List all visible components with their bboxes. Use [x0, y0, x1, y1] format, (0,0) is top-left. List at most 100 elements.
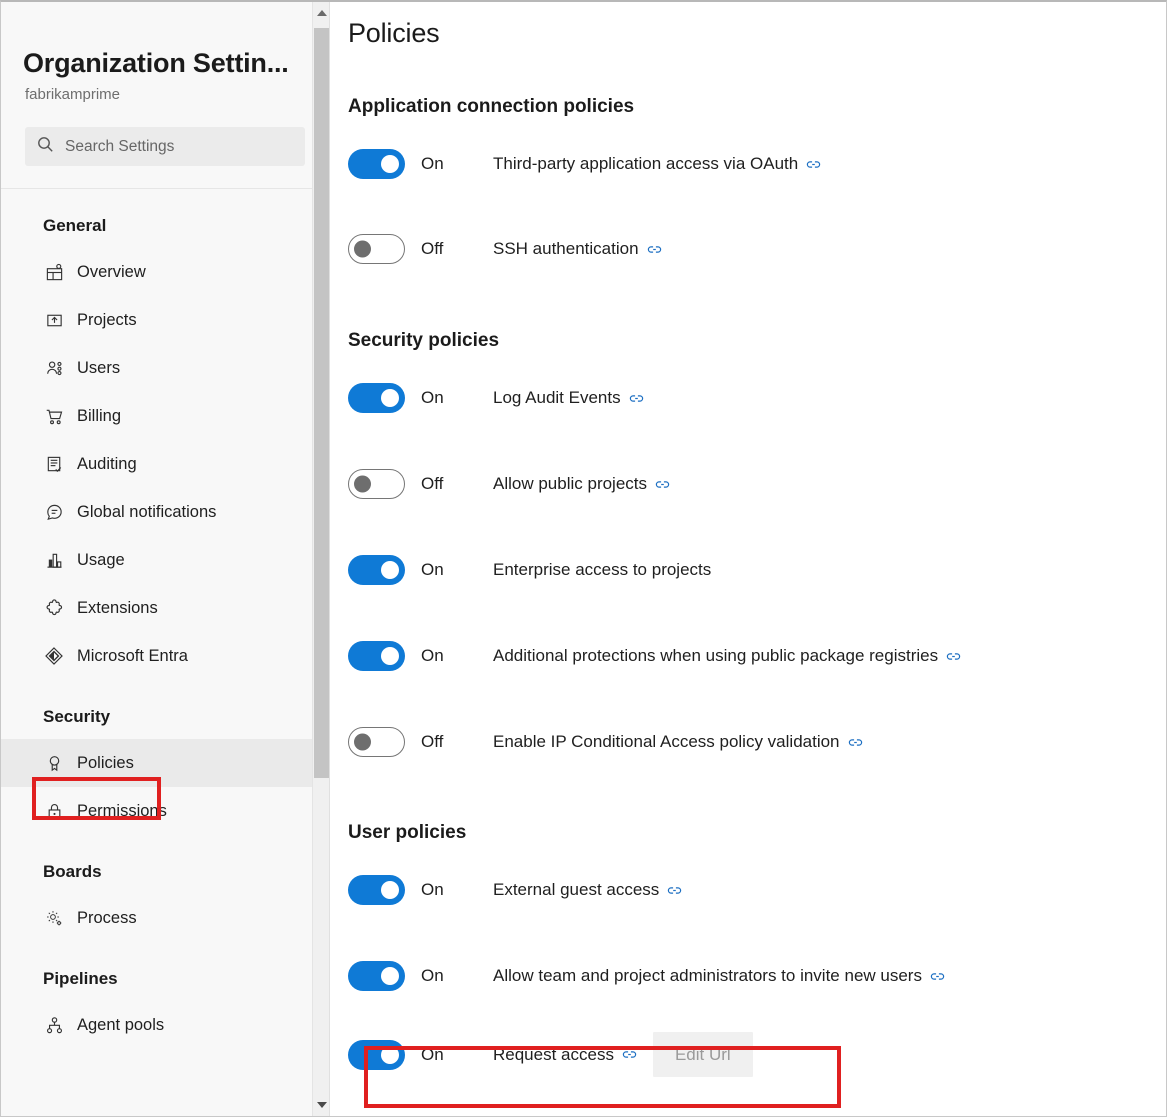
sidebar-item-process[interactable]: Process [1, 894, 329, 942]
sidebar-item-users[interactable]: Users [1, 344, 329, 392]
sidebar-item-billing[interactable]: Billing [1, 392, 329, 440]
policy-toggle-state: On [421, 646, 444, 665]
search-icon [37, 136, 54, 158]
process-gear-icon [43, 907, 65, 929]
sidebar-item-label: Users [77, 359, 121, 377]
organization-name: fabrikamprime [25, 86, 121, 103]
policy-toggle-state: On [421, 1044, 444, 1064]
sidebar-item-label: Billing [77, 407, 122, 425]
policy-label: Enterprise access to projects [493, 560, 712, 579]
link-icon[interactable] [655, 477, 670, 492]
billing-cart-icon [43, 405, 65, 427]
policy-row: On Allow team and project administrators… [348, 961, 1166, 991]
link-icon[interactable] [848, 735, 863, 750]
sidebar-item-label: Permissions [77, 802, 167, 820]
sidebar-item-permissions[interactable]: Permissions [1, 787, 329, 835]
sidebar-scrollbar[interactable] [312, 2, 329, 1116]
policy-toggle-state: Off [421, 474, 444, 493]
policy-label-text: Enterprise access to projects [493, 559, 711, 581]
policy-toggle[interactable] [348, 641, 405, 671]
nav-group-pipelines: Pipelines [43, 969, 118, 988]
policy-toggle[interactable] [348, 727, 405, 757]
policy-row: Off Allow public projects [348, 469, 1166, 499]
policy-toggle[interactable] [348, 469, 405, 499]
policies-ribbon-icon [43, 752, 65, 774]
policy-toggle-state: On [421, 560, 444, 579]
app-window: Organization Settin... fabrikamprime Gen… [0, 0, 1167, 1117]
policy-label-text: Log Audit Events [493, 387, 644, 409]
agent-pools-icon [43, 1014, 65, 1036]
policy-label-text: External guest access [493, 879, 682, 901]
search-settings-box[interactable] [25, 127, 305, 166]
policy-toggle-state: On [421, 966, 444, 985]
sidebar-item-microsoft-entra[interactable]: Microsoft Entra [1, 632, 329, 680]
policies-main-panel: Policies Application connection policies… [330, 2, 1166, 1116]
extensions-puzzle-icon [43, 597, 65, 619]
scrollbar-thumb[interactable] [314, 28, 329, 778]
sidebar-item-label: Auditing [77, 455, 137, 473]
link-icon[interactable] [629, 391, 644, 406]
sidebar-item-label: Policies [77, 754, 134, 772]
policy-toggle[interactable] [348, 1039, 405, 1070]
scroll-down-arrow-icon[interactable] [313, 1096, 330, 1114]
policy-label: Log Audit Events [493, 388, 621, 407]
sidebar-item-projects[interactable]: Projects [1, 296, 329, 344]
sidebar-item-overview[interactable]: Overview [1, 248, 329, 296]
sidebar-item-label: Microsoft Entra [77, 647, 188, 665]
sidebar-item-label: Agent pools [77, 1016, 165, 1034]
scroll-up-arrow-icon[interactable] [313, 4, 330, 22]
link-icon[interactable] [946, 649, 961, 664]
link-icon[interactable] [622, 1047, 637, 1062]
link-icon[interactable] [806, 157, 821, 172]
policy-row: On Third-party application access via OA… [348, 149, 1166, 179]
sidebar-item-global-notifications[interactable]: Global notifications [1, 488, 329, 536]
policy-toggle[interactable] [348, 383, 405, 413]
sidebar-item-usage[interactable]: Usage [1, 536, 329, 584]
permissions-lock-icon [43, 800, 65, 822]
edit-url-button[interactable]: Edit Url [652, 1032, 753, 1077]
policy-label: Third-party application access via OAuth [493, 154, 799, 173]
sidebar-nav: General Overview Projects Users Billing … [1, 189, 329, 1049]
users-icon [43, 357, 65, 379]
policy-label-text: Allow public projects [493, 473, 670, 495]
nav-group-general: General [43, 216, 107, 235]
policy-toggle-state: On [421, 880, 444, 899]
policy-row: On External guest access [348, 875, 1166, 905]
projects-icon [43, 309, 65, 331]
settings-sidebar: Organization Settin... fabrikamprime Gen… [1, 2, 330, 1116]
link-icon[interactable] [930, 969, 945, 984]
sidebar-item-auditing[interactable]: Auditing [1, 440, 329, 488]
policy-row: On Enterprise access to projects [348, 555, 1166, 585]
policy-toggle[interactable] [348, 961, 405, 991]
sidebar-item-agent-pools[interactable]: Agent pools [1, 1001, 329, 1049]
policy-toggle[interactable] [348, 875, 405, 905]
policy-toggle-state: Off [421, 732, 444, 751]
policy-label-text: Allow team and project administrators to… [493, 965, 945, 987]
policy-toggle[interactable] [348, 149, 405, 179]
policy-row: Off Enable IP Conditional Access policy … [348, 727, 1166, 757]
policy-label-text: Request access [493, 1044, 637, 1066]
policy-row: Off SSH authentication [348, 234, 1166, 264]
sidebar-item-extensions[interactable]: Extensions [1, 584, 329, 632]
policy-label: External guest access [493, 880, 660, 899]
policy-label: Allow team and project administrators to… [493, 966, 922, 985]
section-header-application-connection-policies: Application connection policies [348, 96, 635, 117]
page-title: Policies [348, 18, 440, 48]
sidebar-item-policies[interactable]: Policies [1, 739, 329, 787]
microsoft-entra-icon [43, 645, 65, 667]
policy-label-text: Third-party application access via OAuth [493, 153, 821, 175]
section-header-security-policies: Security policies [348, 330, 500, 351]
policy-toggle[interactable] [348, 234, 405, 264]
policy-label: Allow public projects [493, 474, 648, 493]
policy-toggle-state: On [421, 154, 444, 173]
policy-label: Request access [493, 1044, 614, 1064]
section-header-user-policies: User policies [348, 822, 467, 843]
link-icon[interactable] [667, 883, 682, 898]
search-input[interactable] [65, 137, 293, 156]
policy-toggle[interactable] [348, 555, 405, 585]
link-icon[interactable] [647, 242, 662, 257]
policy-toggle-state: Off [421, 239, 444, 258]
sidebar-item-label: Extensions [77, 599, 158, 617]
policy-label-text: SSH authentication [493, 238, 662, 260]
overview-icon [43, 261, 65, 283]
